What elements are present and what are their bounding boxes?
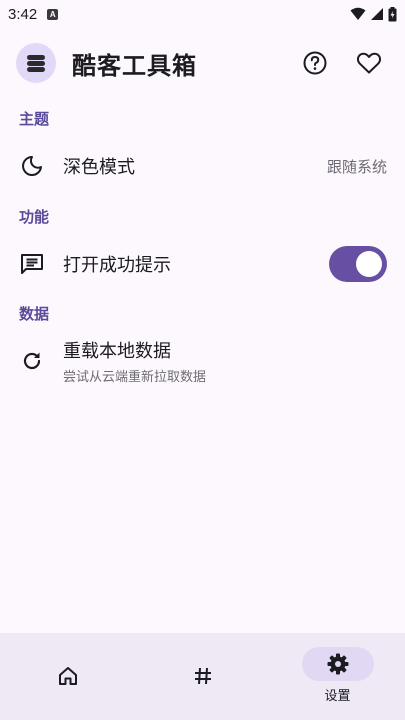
reload-data-texts: 重载本地数据 尝试从云端重新拉取数据: [63, 337, 206, 385]
help-circle-icon: [303, 51, 327, 75]
bottom-navigation: 设置: [0, 633, 405, 720]
status-bar: 3:42 A: [0, 0, 405, 28]
favorite-button[interactable]: [349, 43, 389, 83]
success-toast-row[interactable]: 打开成功提示: [0, 242, 405, 286]
success-toast-texts: 打开成功提示: [63, 251, 171, 277]
nav-home-pill: [32, 659, 104, 693]
nav-tags-pill: [167, 659, 239, 693]
app-title: 酷客工具箱: [72, 51, 197, 80]
app-bar: 酷客工具箱: [0, 38, 405, 88]
dark-mode-value: 跟随系统: [326, 157, 387, 176]
reload-data-label: 重载本地数据: [63, 341, 171, 362]
message-list-icon: [18, 250, 46, 278]
status-time: 3:42: [8, 5, 38, 23]
dark-mode-label: 深色模式: [63, 157, 135, 178]
success-toast-switch[interactable]: [329, 246, 387, 282]
dark-mode-texts: 深色模式: [63, 153, 135, 179]
reload-data-row[interactable]: 重载本地数据 尝试从云端重新拉取数据: [0, 337, 405, 385]
cell-signal-icon: [371, 8, 383, 20]
status-icons: [350, 6, 397, 22]
refresh-icon: [18, 347, 46, 375]
success-toast-label: 打开成功提示: [63, 255, 171, 276]
nav-item-tags[interactable]: [135, 633, 270, 720]
heart-outline-icon: [356, 52, 382, 74]
section-header-data: 数据: [19, 305, 50, 323]
nav-settings-pill: [301, 647, 374, 681]
switch-thumb: [356, 251, 382, 277]
app-actions: [295, 43, 389, 83]
settings-gear-icon: [327, 653, 348, 675]
app-logo: [16, 43, 56, 83]
reload-data-subtitle: 尝试从云端重新拉取数据: [63, 370, 207, 385]
help-button[interactable]: [295, 43, 335, 83]
notification-badge-icon: A: [47, 8, 59, 20]
section-header-theme: 主题: [19, 110, 50, 128]
wifi-icon: [350, 7, 366, 20]
moon-icon: [18, 152, 46, 180]
battery-icon: [388, 6, 397, 21]
nav-item-settings[interactable]: 设置: [270, 633, 405, 720]
nav-settings-label: 设置: [324, 689, 351, 704]
section-header-features: 功能: [19, 208, 50, 226]
nav-item-home[interactable]: [0, 633, 135, 720]
stack-layers-icon: [27, 55, 45, 72]
dark-mode-row[interactable]: 深色模式 跟随系统: [0, 144, 405, 188]
hashtag-icon: [194, 667, 211, 685]
home-icon: [58, 667, 77, 685]
